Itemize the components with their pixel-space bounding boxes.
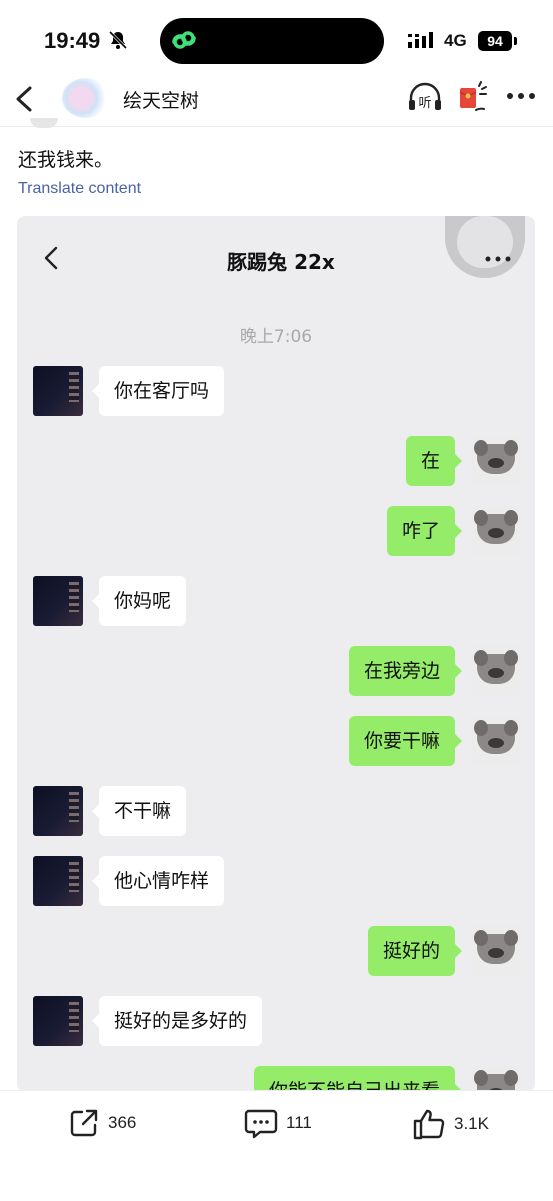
message-bubble-outgoing: 挺好的 bbox=[367, 926, 463, 976]
message-row: 你妈呢 bbox=[17, 576, 535, 628]
self-avatar bbox=[471, 716, 521, 766]
message-bubble-incoming: 挺好的是多好的 bbox=[91, 996, 263, 1046]
status-time: 19:49 bbox=[44, 28, 101, 53]
mute-bell-icon bbox=[108, 30, 128, 50]
contact-avatar bbox=[33, 366, 83, 416]
like-button[interactable]: 3.1K bbox=[412, 1107, 489, 1141]
like-count: 3.1K bbox=[454, 1114, 489, 1133]
like-icon bbox=[413, 1109, 445, 1140]
red-packet-icon[interactable] bbox=[456, 80, 490, 114]
share-icon bbox=[70, 1109, 98, 1137]
listen-label: 听 bbox=[418, 96, 431, 111]
top-nav: 绘天空树 听 bbox=[0, 74, 553, 127]
message-bubble-outgoing: 你要干嘛 bbox=[348, 716, 463, 766]
message-bubble-outgoing: 你能不能自己出来看 bbox=[253, 1066, 463, 1092]
share-count: 366 bbox=[108, 1113, 137, 1132]
contact-avatar bbox=[33, 576, 83, 626]
message-bubble-outgoing: 咋了 bbox=[386, 506, 463, 556]
battery-level: 94 bbox=[478, 31, 512, 51]
message-row: 他心情咋样 bbox=[17, 856, 535, 908]
link-app-icon bbox=[172, 31, 196, 49]
chat-contact-name: 豚踢兔 22x bbox=[227, 250, 335, 274]
self-avatar bbox=[471, 926, 521, 976]
message-row: 不干嘛 bbox=[17, 786, 535, 838]
battery-tip bbox=[514, 37, 517, 45]
share-button[interactable]: 366 bbox=[68, 1107, 136, 1139]
self-avatar bbox=[471, 1066, 521, 1092]
comment-icon bbox=[244, 1109, 278, 1139]
comment-count: 111 bbox=[286, 1113, 312, 1132]
back-icon[interactable] bbox=[10, 82, 38, 116]
translate-link[interactable]: Translate content bbox=[18, 180, 141, 198]
message-row: 你在客厅吗 bbox=[17, 366, 535, 418]
more-icon[interactable] bbox=[506, 92, 536, 100]
chat-screenshot-image[interactable]: 豚踢兔 22x 晚上7:06 你在客厅吗 在 咋了 你妈呢 在我旁边 你要干嘛 … bbox=[17, 216, 535, 1092]
chat-more-icon bbox=[485, 256, 511, 262]
self-avatar bbox=[471, 646, 521, 696]
user-avatar[interactable] bbox=[62, 78, 110, 118]
post-text: 还我钱来。 bbox=[18, 149, 114, 171]
message-bubble-incoming: 不干嘛 bbox=[91, 786, 187, 836]
bottom-action-bar: 366 111 3.1K bbox=[0, 1090, 553, 1201]
signal-icon bbox=[408, 32, 433, 48]
contact-avatar bbox=[33, 996, 83, 1046]
message-bubble-incoming: 他心情咋样 bbox=[91, 856, 225, 906]
message-bubble-outgoing: 在 bbox=[405, 436, 463, 486]
message-row: 你能不能自己出来看 bbox=[17, 1066, 535, 1092]
contact-avatar bbox=[33, 786, 83, 836]
contact-avatar bbox=[33, 856, 83, 906]
headphones-icon[interactable]: 听 bbox=[406, 82, 444, 114]
message-row: 挺好的 bbox=[17, 926, 535, 978]
chat-timestamp: 晚上7:06 bbox=[239, 327, 313, 347]
message-bubble-incoming: 你在客厅吗 bbox=[91, 366, 225, 416]
self-avatar bbox=[471, 506, 521, 556]
message-row: 在 bbox=[17, 436, 535, 488]
message-bubble-incoming: 你妈呢 bbox=[91, 576, 187, 626]
message-row: 在我旁边 bbox=[17, 646, 535, 698]
self-avatar bbox=[471, 436, 521, 486]
message-row: 你要干嘛 bbox=[17, 716, 535, 768]
user-name[interactable]: 绘天空树 bbox=[123, 86, 199, 113]
message-row: 挺好的是多好的 bbox=[17, 996, 535, 1048]
message-bubble-outgoing: 在我旁边 bbox=[348, 646, 463, 696]
status-bar: 19:49 4G 94 bbox=[0, 0, 553, 74]
message-row: 咋了 bbox=[17, 506, 535, 558]
network-type: 4G bbox=[444, 31, 467, 50]
comment-button[interactable]: 111 bbox=[244, 1107, 312, 1139]
